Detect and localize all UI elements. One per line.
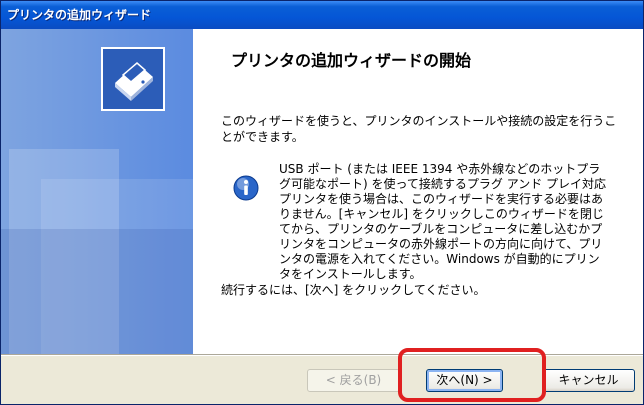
info-icon — [233, 175, 259, 201]
cancel-button[interactable]: キャンセル — [542, 369, 635, 392]
page-title: プリンタの追加ウィザードの開始 — [231, 51, 472, 70]
wizard-content: プリンタの追加ウィザードの開始 このウィザードを使うと、プリンタのインストールや… — [193, 29, 643, 354]
title-bar: プリンタの追加ウィザード — [1, 1, 643, 29]
intro-text: このウィザードを使うと、プリンタのインストールや接続の設定を行うことができます。 — [221, 114, 617, 144]
button-bar: < 戻る(B) 次へ(N) > キャンセル — [1, 356, 643, 404]
wizard-sidebar — [1, 29, 193, 354]
sidebar-decoration — [1, 229, 193, 354]
window-title: プリンタの追加ウィザード — [7, 8, 152, 22]
continue-instruction: 続行するには、[次へ] をクリックしてください。 — [221, 283, 486, 297]
add-printer-wizard-window: プリンタの追加ウィザード プリンタの追加ウィザードの開始 このウィザードを使うと… — [0, 0, 644, 405]
next-button-highlight — [398, 348, 546, 402]
back-button[interactable]: < 戻る(B) — [307, 369, 400, 392]
printer-wizard-icon — [101, 47, 165, 111]
plug-and-play-note: USB ポート (または IEEE 1394 や赤外線などのホットプラグ可能なポ… — [279, 162, 607, 281]
